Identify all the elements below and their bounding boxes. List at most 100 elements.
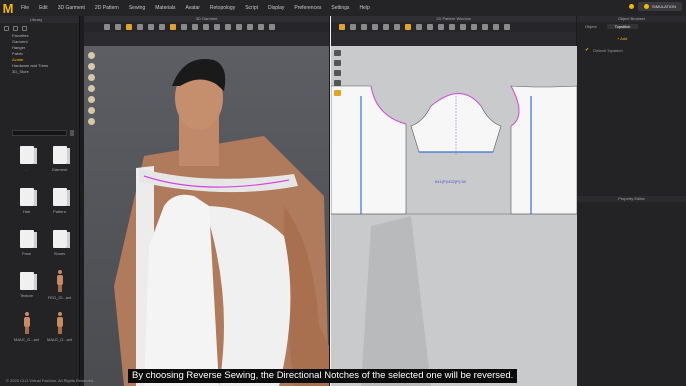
menu-file[interactable]: File [16, 5, 34, 11]
front-pattern-piece[interactable] [331, 85, 407, 215]
viewport-3d[interactable] [84, 46, 329, 386]
segment-sewing-icon[interactable] [405, 24, 411, 30]
pin-icon[interactable] [137, 24, 143, 30]
library-item-label: MALE_O...avt [47, 337, 72, 342]
tab-topstitch[interactable]: Topstitch [606, 23, 639, 29]
object-browser-panel: Object Browser Object Topstitch + Add ✔ … [577, 16, 686, 196]
library-item[interactable]: FEO_Gl...avt [43, 268, 76, 304]
edit-point-icon[interactable] [350, 24, 356, 30]
internal-line-icon[interactable] [460, 24, 466, 30]
record-icon[interactable] [247, 24, 253, 30]
viewport-2d[interactable]: 641(P)/432(P):35 [331, 46, 577, 386]
pattern-2d-window: 2D Pattern Window 641(P)/432(P):35 [330, 16, 577, 386]
notch-icon[interactable] [427, 24, 433, 30]
pen-icon[interactable] [334, 60, 341, 66]
menu-sewing[interactable]: Sewing [124, 5, 150, 11]
library-title: Library [0, 16, 79, 23]
polygon-icon[interactable] [361, 24, 367, 30]
edit-pattern-icon[interactable] [339, 24, 345, 30]
fold-icon[interactable] [148, 24, 154, 30]
texture-icon[interactable] [236, 24, 242, 30]
avatar-icon [55, 270, 65, 292]
library-item[interactable]: Pattern [43, 184, 76, 220]
highlight-icon[interactable] [334, 90, 341, 96]
menu-edit[interactable]: Edit [34, 5, 53, 11]
menu-bar: M File Edit 3D Garment 2D Pattern Sewing Mate… [0, 0, 686, 16]
fold-line-icon[interactable] [471, 24, 477, 30]
camera-icon[interactable] [203, 24, 209, 30]
tools-2d [334, 50, 341, 96]
menu-settings[interactable]: Settings [326, 5, 354, 11]
library-item[interactable]: Garment [43, 142, 76, 178]
library-grid: .. Garment Hair Pattern Pose Shoes Texture FEO_… [10, 142, 76, 346]
library-item[interactable]: .. [10, 142, 43, 178]
home-icon[interactable] [4, 25, 9, 31]
topstitch-item-label: Default Topstitch [593, 47, 623, 53]
arrow-icon[interactable] [334, 50, 341, 56]
library-item-label: Shoes [53, 251, 66, 256]
topstitch-item[interactable]: ✔ Default Topstitch [585, 47, 686, 53]
library-item[interactable]: Texture [10, 268, 43, 304]
avatar-icon[interactable] [225, 24, 231, 30]
menu-script[interactable]: Script [240, 5, 263, 11]
library-item[interactable]: MALE_G...avt [10, 310, 43, 346]
menu-avatar[interactable]: Avatar [181, 5, 205, 11]
free-sewing-icon[interactable] [416, 24, 422, 30]
texture-edit-icon[interactable] [493, 24, 499, 30]
subtitle-caption: By choosing Reverse Sewing, the Directio… [128, 369, 518, 383]
dart-icon[interactable] [394, 24, 400, 30]
hand-icon[interactable] [334, 80, 341, 86]
trace-icon[interactable] [438, 24, 444, 30]
rotate-icon[interactable] [88, 52, 95, 59]
measurement-label: 641(P)/432(P):35 [435, 179, 466, 184]
menu-items: File Edit 3D Garment 2D Pattern Sewing Materi… [16, 5, 375, 11]
toolbar-2d [331, 22, 576, 32]
menu-preferences[interactable]: Preferences [289, 5, 326, 11]
grade-icon[interactable] [504, 24, 510, 30]
grid-icon[interactable] [192, 24, 198, 30]
render-icon[interactable] [258, 24, 264, 30]
library-item[interactable]: MALE_O...avt [43, 310, 76, 346]
menu-materials[interactable]: Materials [150, 5, 180, 11]
line-icon[interactable] [181, 24, 187, 30]
select-icon[interactable] [104, 24, 110, 30]
library-item[interactable]: Pose [10, 226, 43, 262]
menu-help[interactable]: Help [354, 5, 374, 11]
circle-icon[interactable] [383, 24, 389, 30]
zoom-2d-icon[interactable] [334, 70, 341, 76]
tab-object[interactable]: Object [585, 24, 597, 29]
shirt-icon[interactable] [88, 74, 95, 81]
avatar-icon [22, 312, 32, 334]
folder-icon [52, 146, 70, 164]
tree-item-3d-store[interactable]: 3D_Store [12, 69, 79, 75]
ruler-icon[interactable] [88, 96, 95, 103]
menu-2d-pattern[interactable]: 2D Pattern [90, 5, 124, 11]
menu-display[interactable]: Display [263, 5, 289, 11]
library-scrollbar[interactable] [70, 130, 74, 136]
settings-icon[interactable] [269, 24, 275, 30]
sun-icon[interactable] [88, 118, 95, 125]
rectangle-icon[interactable] [372, 24, 378, 30]
needle-icon[interactable] [88, 85, 95, 92]
simulation-button[interactable]: SIMULATION [637, 2, 682, 11]
light-icon[interactable] [214, 24, 220, 30]
library-item[interactable]: Hair [10, 184, 43, 220]
folder-icon[interactable] [13, 25, 18, 31]
menu-3d-garment[interactable]: 3D Garment [53, 5, 90, 11]
transform-icon[interactable] [115, 24, 121, 30]
mode-area: SIMULATION [628, 2, 682, 11]
zoom-icon[interactable] [482, 24, 488, 30]
toolbar-3d [84, 22, 329, 32]
tack-icon[interactable] [126, 24, 132, 30]
library-search-input[interactable] [12, 130, 67, 136]
menu-retopology[interactable]: Retopology [205, 5, 240, 11]
library-item[interactable]: Shoes [43, 226, 76, 262]
move-icon[interactable] [88, 63, 95, 70]
measure-icon[interactable] [159, 24, 165, 30]
avatar-view-icon[interactable] [88, 107, 95, 114]
symmetry-icon[interactable] [449, 24, 455, 30]
add-button[interactable]: + Add [617, 36, 686, 41]
brush-icon[interactable] [170, 24, 176, 30]
back-pattern-piece[interactable] [510, 85, 577, 215]
view-icon[interactable] [22, 25, 27, 31]
